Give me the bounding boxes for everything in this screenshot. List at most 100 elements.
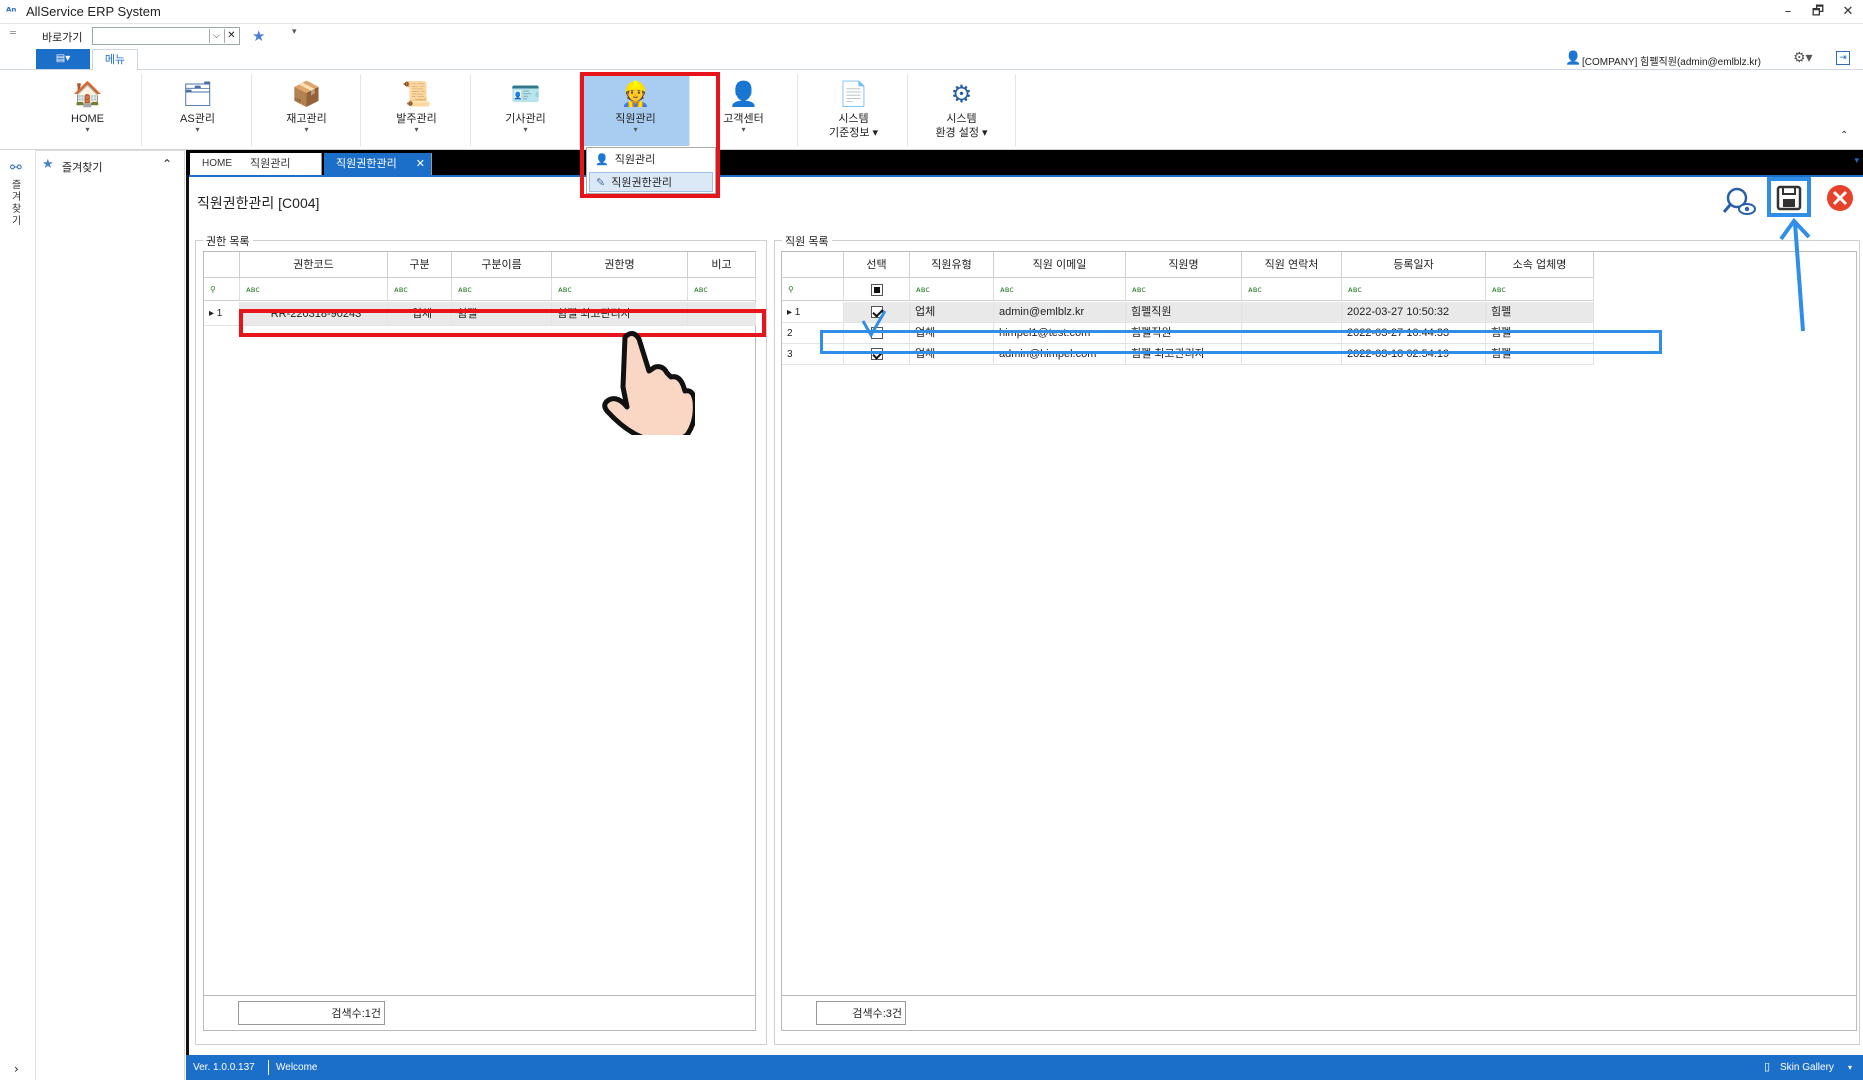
permission-grid-footer: 검색수:1건 bbox=[204, 995, 755, 1030]
save-button[interactable] bbox=[1774, 183, 1804, 213]
table-cell[interactable]: 힘펠 bbox=[1486, 344, 1594, 365]
tab-list-icon[interactable]: ▾ bbox=[1854, 156, 1859, 166]
ribbon-staff-button[interactable]: 👷 직원관리 ▾ bbox=[582, 74, 690, 146]
ribbon-as-button[interactable]: 🗂 AS관리 ▾ bbox=[144, 74, 252, 146]
close-circle-icon bbox=[1827, 185, 1853, 211]
ribbon-sysenv-button[interactable]: ⚙ 시스템 환경 설정 ▾ bbox=[908, 74, 1016, 146]
column-header-4[interactable]: 비고 bbox=[688, 252, 756, 278]
row-number: ▸ 1 bbox=[782, 302, 844, 323]
minimize-button[interactable]: – bbox=[1775, 2, 1801, 22]
column-header-4[interactable]: 직원 연락처 bbox=[1242, 252, 1342, 278]
table-cell[interactable]: 힘펠직원 bbox=[1126, 323, 1242, 344]
doc-tab-home[interactable]: HOME bbox=[190, 153, 245, 175]
ribbon-order-button[interactable]: 📜 발주관리 ▾ bbox=[363, 74, 471, 146]
menu-grip-icon: ═ bbox=[10, 28, 17, 39]
doc-tab-staff-permission[interactable]: 직원권한관리 ✕ bbox=[324, 153, 432, 175]
favorite-star-icon[interactable]: ★ bbox=[252, 27, 265, 45]
table-cell[interactable]: RR-220318-90243 bbox=[240, 302, 388, 326]
close-window-button[interactable]: ✕ bbox=[1835, 2, 1861, 22]
table-cell[interactable]: admin@emlblz.kr bbox=[994, 302, 1126, 323]
permission-count: 검색수:1건 bbox=[238, 1001, 385, 1025]
permission-list-title: 권한 목록 bbox=[203, 233, 253, 249]
dropdown-item-staff-permission[interactable]: ✎ 직원권한관리 bbox=[589, 172, 713, 192]
table-cell[interactable]: 업체 bbox=[910, 344, 994, 365]
table-cell[interactable]: 힘펠 bbox=[452, 302, 552, 326]
table-cell[interactable]: 업체 bbox=[388, 302, 452, 326]
row-checkbox[interactable] bbox=[870, 348, 883, 361]
ribbon-home-button[interactable]: 🏠 HOME ▾ bbox=[34, 74, 142, 146]
filter-cell[interactable]: ᴀʙc bbox=[1126, 278, 1242, 301]
column-header-2[interactable]: 구분이름 bbox=[452, 252, 552, 278]
close-page-button[interactable] bbox=[1825, 183, 1855, 213]
table-cell[interactable]: 2022-03-27 10:44:33 bbox=[1342, 323, 1486, 344]
select-all-checkbox[interactable] bbox=[870, 283, 883, 296]
filter-row-icon[interactable]: ⚲ bbox=[782, 278, 844, 301]
filter-row-icon[interactable]: ⚲ bbox=[204, 278, 240, 301]
column-header-1[interactable]: 직원유형 bbox=[910, 252, 994, 278]
filter-cell[interactable]: ᴀʙc bbox=[452, 278, 552, 301]
filter-cell[interactable]: ᴀʙc bbox=[552, 278, 688, 301]
binoculars-icon[interactable]: ⚯ bbox=[10, 160, 22, 176]
user-icon: 👤 bbox=[1565, 51, 1582, 66]
filter-cell[interactable]: ᴀʙc bbox=[1486, 278, 1594, 301]
column-header-2[interactable]: 직원 이메일 bbox=[994, 252, 1126, 278]
table-cell[interactable] bbox=[1242, 323, 1342, 344]
user-info: [COMPANY] 힘펠직원(admin@emlblz.kr) bbox=[1582, 57, 1762, 68]
table-cell[interactable] bbox=[1242, 344, 1342, 365]
table-cell[interactable]: 업체 bbox=[910, 302, 994, 323]
dropdown-item-staff[interactable]: 👤 직원관리 bbox=[589, 150, 713, 170]
column-header-1[interactable]: 구분 bbox=[388, 252, 452, 278]
table-cell[interactable]: 업체 bbox=[910, 323, 994, 344]
doc-tab-staff[interactable]: 직원관리 bbox=[238, 153, 322, 175]
ribbon-stock-button[interactable]: 📦 재고관리 ▾ bbox=[253, 74, 361, 146]
select-cell[interactable] bbox=[844, 344, 910, 365]
filter-cell[interactable]: ᴀʙc bbox=[240, 278, 388, 301]
skin-gallery-button[interactable]: Skin Gallery bbox=[1780, 1055, 1834, 1080]
table-cell[interactable]: 힘펠직원 bbox=[1126, 302, 1242, 323]
filter-cell[interactable]: ᴀʙc bbox=[994, 278, 1126, 301]
column-header-3[interactable]: 권한명 bbox=[552, 252, 688, 278]
tab-menu[interactable]: 메뉴 bbox=[92, 49, 138, 70]
table-cell[interactable]: 힘펠 bbox=[1486, 323, 1594, 344]
expand-sidebar-icon[interactable]: › bbox=[14, 1062, 19, 1076]
column-header-6[interactable]: 소속 업체명 bbox=[1486, 252, 1594, 278]
table-cell[interactable]: admin@himpel.com bbox=[994, 344, 1126, 365]
collapse-ribbon-icon[interactable]: ⌃ bbox=[1840, 130, 1848, 141]
ribbon-customer-button[interactable]: 👤 고객센터 ▾ bbox=[690, 74, 798, 146]
logout-icon[interactable]: ⇥ bbox=[1836, 51, 1850, 65]
skin-arrow-icon[interactable]: ▾ bbox=[1848, 1055, 1852, 1080]
table-cell[interactable] bbox=[1242, 302, 1342, 323]
table-cell[interactable]: himpel1@test.com bbox=[994, 323, 1126, 344]
table-cell[interactable]: 힘펠 최고관리자 bbox=[552, 302, 688, 326]
filter-cell[interactable]: ᴀʙc bbox=[1242, 278, 1342, 301]
table-cell[interactable]: 2022-03-27 10:50:32 bbox=[1342, 302, 1486, 323]
search-view-button[interactable] bbox=[1721, 183, 1759, 219]
table-cell[interactable]: 힘펠 최고관리자 bbox=[1126, 344, 1242, 365]
search-eye-icon bbox=[1722, 187, 1756, 215]
table-cell[interactable]: 힘펠 bbox=[1486, 302, 1594, 323]
ribbon-tech-button[interactable]: 🪪 기사관리 ▾ bbox=[472, 74, 580, 146]
filter-cell[interactable]: ᴀʙc bbox=[910, 278, 994, 301]
filter-cell[interactable]: ᴀʙc bbox=[388, 278, 452, 301]
close-tab-icon[interactable]: ✕ bbox=[416, 153, 425, 175]
clear-icon[interactable]: ✕ bbox=[224, 29, 238, 43]
filter-cell[interactable]: ᴀʙc bbox=[688, 278, 756, 301]
column-header-3[interactable]: 직원명 bbox=[1126, 252, 1242, 278]
view-menu-button[interactable]: ▤▾ bbox=[36, 49, 90, 69]
table-cell[interactable]: 2022-03-18 02:54:19 bbox=[1342, 344, 1486, 365]
column-header-0[interactable]: 권한코드 bbox=[240, 252, 388, 278]
settings-gear-icon[interactable]: ⚙▾ bbox=[1793, 50, 1813, 66]
favorites-header[interactable]: 즐겨찾기 bbox=[62, 159, 102, 175]
column-header-0[interactable]: 선택 bbox=[844, 252, 910, 278]
favorites-vertical-label[interactable]: 즐겨찾기 bbox=[12, 180, 24, 228]
restore-button[interactable]: 🗗 bbox=[1805, 2, 1831, 22]
chevron-down-icon[interactable]: ⌵ bbox=[209, 29, 223, 43]
filter-cell[interactable]: ᴀʙc bbox=[1342, 278, 1486, 301]
customize-arrow-icon[interactable]: ▾ bbox=[292, 27, 297, 37]
quick-access-combo[interactable]: ⌵ ✕ bbox=[92, 27, 240, 45]
collapse-favorites-icon[interactable]: ⌃ bbox=[162, 157, 172, 171]
select-all-cell[interactable] bbox=[844, 278, 910, 301]
ribbon-sysbase-button[interactable]: 📄 시스템 기준정보 ▾ bbox=[800, 74, 908, 146]
column-header-5[interactable]: 등록일자 bbox=[1342, 252, 1486, 278]
table-cell[interactable] bbox=[688, 302, 756, 326]
